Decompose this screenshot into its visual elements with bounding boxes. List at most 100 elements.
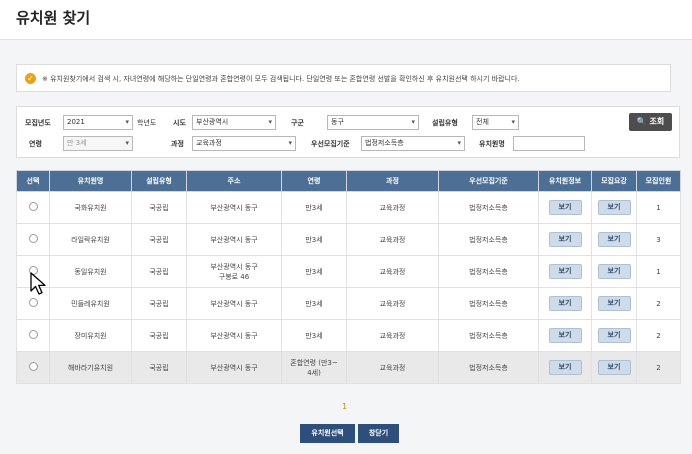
kindergarten-age: 만3세 (281, 287, 347, 320)
select-radio[interactable] (28, 201, 38, 211)
kindergarten-count: 2 (636, 287, 681, 320)
priority-select[interactable]: 법정저소득층 ▾ (361, 136, 465, 151)
kindergarten-type: 국공립 (131, 351, 187, 384)
guide-view-button[interactable]: 보기 (597, 232, 631, 247)
course-label: 과정 (171, 140, 184, 148)
header-guide: 모집요강 (591, 170, 637, 192)
table-row[interactable]: 민들레유치원 국공립 부산광역시 동구 만3세 교육과정 법정저소득층 보기 보… (16, 287, 681, 320)
kindergarten-type: 국공립 (131, 287, 187, 320)
kindergarten-age: 만3세 (281, 255, 347, 288)
header-count: 모집인원 (636, 170, 681, 192)
header-address: 주소 (186, 170, 282, 192)
select-radio[interactable] (28, 297, 38, 307)
name-label: 유치원명 (479, 140, 505, 148)
header-age: 연령 (281, 170, 347, 192)
select-radio[interactable] (28, 361, 38, 371)
kindergarten-course: 교육과정 (346, 191, 439, 224)
kindergarten-name: 민들레유치원 (49, 287, 132, 320)
header-select: 선택 (16, 170, 50, 192)
guide-view-button[interactable]: 보기 (597, 264, 631, 279)
info-view-button[interactable]: 보기 (548, 264, 582, 279)
city-label: 시도 (173, 119, 186, 127)
mouse-cursor-icon (30, 272, 46, 295)
kindergarten-type: 국공립 (131, 223, 187, 256)
header-priority: 우선모집기준 (438, 170, 539, 192)
table-header-row: 선택 유치원명 설립유형 주소 연령 과정 우선모집기준 유치원정보 모집요강 … (16, 170, 681, 192)
select-kindergarten-button[interactable]: 유치원선택 (300, 424, 355, 443)
close-window-button[interactable]: 창닫기 (358, 424, 399, 443)
year-suffix: 학년도 (137, 119, 157, 127)
notice-box: ✓ ※ 유치원찾기에서 검색 시, 자녀연령에 해당하는 단일연령과 혼합연령이… (16, 64, 671, 92)
kindergarten-age: 만3세 (281, 319, 347, 352)
kindergarten-count: 2 (636, 351, 681, 384)
header-name: 유치원명 (49, 170, 132, 192)
kindergarten-course: 교육과정 (346, 351, 439, 384)
kindergarten-type: 국공립 (131, 319, 187, 352)
chevron-down-icon: ▾ (125, 139, 129, 147)
select-radio[interactable] (28, 233, 38, 243)
course-select[interactable]: 교육과정 ▾ (192, 136, 296, 151)
header-type: 설립유형 (131, 170, 187, 192)
year-label: 모집년도 (25, 119, 51, 127)
kindergarten-count: 1 (636, 255, 681, 288)
kindergarten-type: 국공립 (131, 255, 187, 288)
kindergarten-priority: 법정저소득층 (438, 255, 539, 288)
table-row[interactable]: 동일유치원 국공립 부산광역시 동구 구봉로 46 만3세 교육과정 법정저소득층… (16, 255, 681, 288)
chevron-down-icon: ▾ (457, 139, 461, 147)
kindergarten-name: 동일유치원 (49, 255, 132, 288)
table-row[interactable]: 해바라기유치원 국공립 부산광역시 동구 혼합연령 (만3~ 4세) 교육과정 법… (16, 351, 681, 384)
priority-label: 우선모집기준 (311, 140, 350, 148)
year-select[interactable]: 2021 ▾ (63, 115, 133, 130)
kindergarten-priority: 법정저소득층 (438, 223, 539, 256)
kindergarten-course: 교육과정 (346, 255, 439, 288)
kindergarten-address: 부산광역시 동구 (186, 223, 282, 256)
kindergarten-course: 교육과정 (346, 287, 439, 320)
kindergarten-name: 라일락유치원 (49, 223, 132, 256)
select-radio[interactable] (28, 329, 38, 339)
guide-view-button[interactable]: 보기 (597, 328, 631, 343)
kindergarten-name: 해바라기유치원 (49, 351, 132, 384)
notice-text: ※ 유치원찾기에서 검색 시, 자녀연령에 해당하는 단일연령과 혼합연령이 모… (42, 75, 520, 83)
info-view-button[interactable]: 보기 (548, 360, 582, 375)
kindergarten-address: 부산광역시 동구 (186, 191, 282, 224)
name-input[interactable] (513, 136, 585, 151)
age-label: 연령 (29, 140, 42, 148)
kindergarten-age: 만3세 (281, 223, 347, 256)
kindergarten-table: 선택 유치원명 설립유형 주소 연령 과정 우선모집기준 유치원정보 모집요강 … (16, 170, 681, 384)
kindergarten-count: 1 (636, 191, 681, 224)
title-bar: 유치원 찾기 (0, 0, 692, 40)
table-row[interactable]: 라일락유치원 국공립 부산광역시 동구 만3세 교육과정 법정저소득층 보기 보… (16, 223, 681, 256)
kindergarten-address: 부산광역시 동구 (186, 287, 282, 320)
guide-view-button[interactable]: 보기 (597, 360, 631, 375)
guide-view-button[interactable]: 보기 (597, 296, 631, 311)
chevron-down-icon: ▾ (411, 118, 415, 126)
kindergarten-priority: 법정저소득층 (438, 287, 539, 320)
header-course: 과정 (346, 170, 439, 192)
table-row[interactable]: 국화유치원 국공립 부산광역시 동구 만3세 교육과정 법정저소득층 보기 보기… (16, 191, 681, 224)
guide-view-button[interactable]: 보기 (597, 200, 631, 215)
district-label: 구군 (291, 119, 304, 127)
type-select[interactable]: 전체 ▾ (472, 115, 519, 130)
kindergarten-name: 국화유치원 (49, 191, 132, 224)
district-select[interactable]: 동구 ▾ (327, 115, 419, 130)
city-select[interactable]: 부산광역시 ▾ (192, 115, 276, 130)
content-area: ✓ ※ 유치원찾기에서 검색 시, 자녀연령에 해당하는 단일연령과 혼합연령이… (0, 40, 692, 454)
kindergarten-address: 부산광역시 동구 (186, 319, 282, 352)
chevron-down-icon: ▾ (125, 118, 129, 126)
search-button[interactable]: 🔍 조회 (629, 113, 672, 131)
kindergarten-priority: 법정저소득층 (438, 351, 539, 384)
kindergarten-course: 교육과정 (346, 319, 439, 352)
pagination-current-page[interactable]: 1 (342, 402, 347, 411)
info-view-button[interactable]: 보기 (548, 328, 582, 343)
kindergarten-type: 국공립 (131, 191, 187, 224)
info-view-button[interactable]: 보기 (548, 296, 582, 311)
kindergarten-count: 3 (636, 223, 681, 256)
info-view-button[interactable]: 보기 (548, 200, 582, 215)
info-view-button[interactable]: 보기 (548, 232, 582, 247)
header-info: 유치원정보 (538, 170, 592, 192)
table-row[interactable]: 장미유치원 국공립 부산광역시 동구 만3세 교육과정 법정저소득층 보기 보기… (16, 319, 681, 352)
search-filter-panel: 모집년도 2021 ▾ 학년도 시도 부산광역시 ▾ 구군 동구 ▾ 설립유형 전체 ▾… (16, 106, 680, 158)
age-select[interactable]: 만 3세 ▾ (63, 136, 133, 151)
kindergarten-name: 장미유치원 (49, 319, 132, 352)
kindergarten-priority: 법정저소득층 (438, 191, 539, 224)
